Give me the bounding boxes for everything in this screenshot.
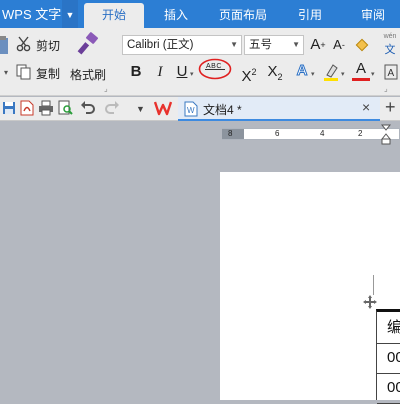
cut-label: 剪切 <box>36 39 61 53</box>
close-tab-icon[interactable]: × <box>362 99 370 115</box>
copy-icon <box>16 64 32 83</box>
format-painter-label[interactable]: 格式刷 <box>70 66 106 83</box>
strikethrough-button[interactable]: ABC <box>198 58 232 80</box>
ruler-tick: 2 <box>358 129 363 138</box>
underline-button[interactable]: U <box>174 62 190 82</box>
font-color-button[interactable]: A <box>352 60 370 84</box>
cut-button[interactable]: 剪切 <box>16 36 60 55</box>
document-icon: W <box>184 101 198 117</box>
underline-dropdown-icon[interactable]: ▾ <box>190 70 194 78</box>
document-table[interactable]: 编 00 00 <box>376 309 400 404</box>
save-icon[interactable] <box>2 101 16 115</box>
tab-insert[interactable]: 插入 <box>150 3 202 28</box>
text-effect-button[interactable]: A <box>294 61 310 81</box>
shrink-minus-icon: - <box>341 40 345 50</box>
wps-logo-icon[interactable] <box>153 100 173 116</box>
tab-references[interactable]: 引用 <box>284 3 336 28</box>
svg-text:W: W <box>187 106 195 115</box>
table-cell[interactable]: 00 <box>377 344 400 374</box>
redo-icon[interactable] <box>104 100 120 116</box>
font-color-letter: A <box>355 60 366 77</box>
subscript-button[interactable]: X2 <box>264 62 286 82</box>
tab-page-layout[interactable]: 页面布局 <box>212 3 274 28</box>
customize-toolbar-dropdown-icon[interactable]: ▼ <box>136 104 145 114</box>
indent-marker-icon[interactable] <box>380 124 392 146</box>
ruler-tick: 6 <box>275 129 280 138</box>
tab-review[interactable]: 审阅 <box>348 3 398 28</box>
font-family-select[interactable]: Calibri (正文) ▼ <box>122 35 242 55</box>
undo-icon[interactable] <box>80 100 96 116</box>
font-color-bar-icon <box>352 78 370 81</box>
paste-dropdown-icon[interactable]: ▾ <box>4 68 8 77</box>
font-launcher-icon[interactable]: ⌟ <box>384 84 388 93</box>
superscript-button[interactable]: X2 <box>238 62 260 85</box>
scissors-icon <box>16 36 32 55</box>
ruler-margin-area <box>222 129 244 139</box>
margin-corner-mark <box>364 275 374 295</box>
copy-button[interactable]: 复制 <box>16 64 60 83</box>
table-cell[interactable]: 编 <box>377 312 400 344</box>
font-size-dropdown-icon: ▼ <box>292 40 300 49</box>
pinyin-guide-button[interactable]: wén 文 <box>380 33 400 57</box>
app-menu-dropdown-icon[interactable]: ▼ <box>62 0 78 28</box>
print-icon[interactable] <box>38 100 54 116</box>
ruler-tick: 4 <box>320 129 325 138</box>
print-preview-icon[interactable] <box>58 100 74 116</box>
tab-home[interactable]: 开始 <box>84 3 144 28</box>
pinyin-wen-icon: wén <box>383 33 397 40</box>
horizontal-ruler[interactable] <box>222 128 400 140</box>
font-size-select[interactable]: 五号 ▼ <box>244 35 304 55</box>
new-tab-plus-icon[interactable]: + <box>385 97 396 118</box>
grow-plus-icon: + <box>320 40 326 50</box>
font-size-value: 五号 <box>249 39 272 51</box>
format-painter-brush-icon[interactable] <box>74 32 100 58</box>
export-pdf-icon[interactable] <box>20 100 34 116</box>
app-menu-button[interactable]: WPS 文字 <box>0 0 61 28</box>
grow-font-button[interactable]: A+ <box>309 35 327 55</box>
italic-button[interactable]: I <box>152 62 168 82</box>
table-move-handle-icon[interactable] <box>362 294 378 310</box>
font-family-value: Calibri (正文) <box>127 39 194 51</box>
text-effect-dropdown-icon[interactable]: ▾ <box>311 70 315 78</box>
shrink-font-button[interactable]: A- <box>331 35 347 55</box>
eraser-icon[interactable] <box>355 37 371 53</box>
highlighter-icon[interactable] <box>322 62 340 82</box>
ruler-tick: 8 <box>228 129 233 138</box>
font-family-dropdown-icon: ▼ <box>230 40 238 49</box>
paste-icon[interactable] <box>0 34 10 56</box>
copy-label: 复制 <box>36 67 61 81</box>
document-tab-title: 文档4 * <box>203 103 242 117</box>
char-border-icon[interactable]: A <box>384 62 398 82</box>
bold-button[interactable]: B <box>128 62 144 82</box>
strike-line-icon <box>205 69 225 70</box>
highlighter-dropdown-icon[interactable]: ▾ <box>341 70 345 78</box>
svg-text:A: A <box>388 68 395 79</box>
font-color-dropdown-icon[interactable]: ▾ <box>371 70 375 78</box>
clipboard-launcher-icon[interactable]: ⌟ <box>104 84 108 93</box>
